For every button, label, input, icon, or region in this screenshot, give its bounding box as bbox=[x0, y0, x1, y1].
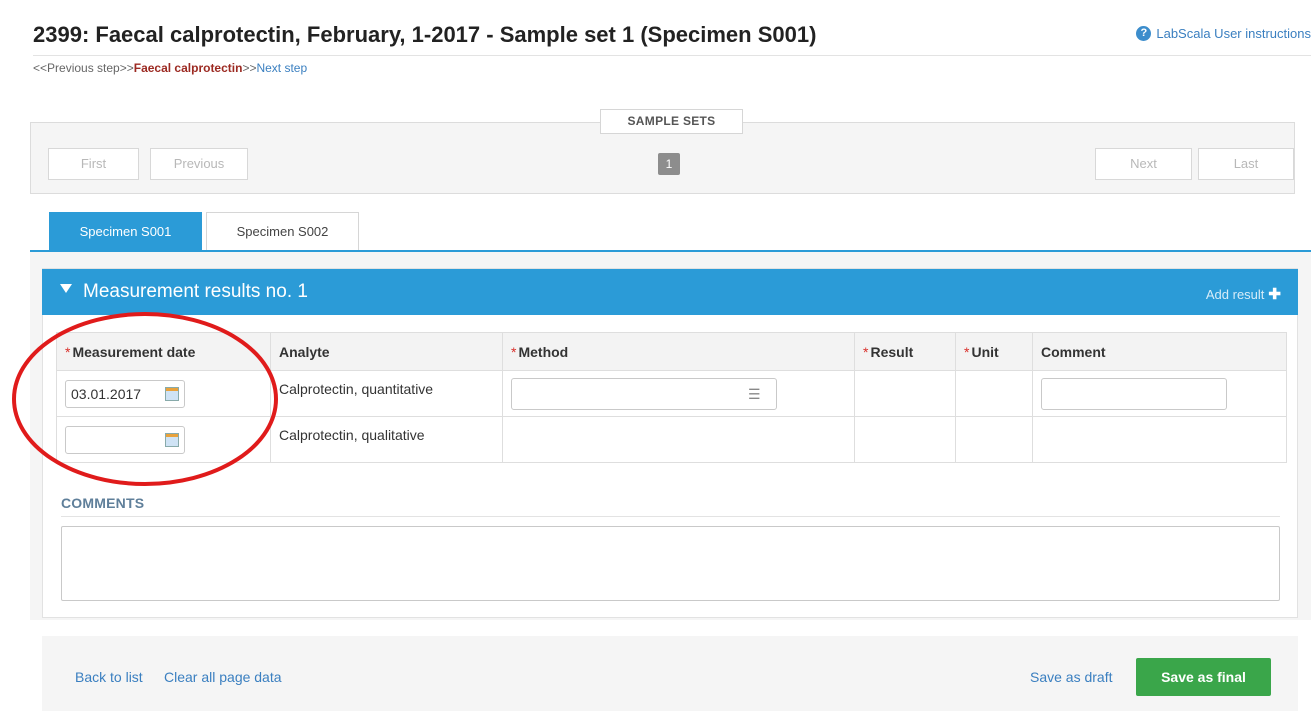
col-result: * Result bbox=[854, 332, 956, 371]
comments-label: COMMENTS bbox=[61, 495, 145, 511]
breadcrumb-current: Faecal calprotectin bbox=[133, 61, 243, 75]
add-result-button[interactable]: Add result ✚ bbox=[1206, 285, 1281, 303]
required-marker: * bbox=[964, 343, 970, 360]
unit-cell bbox=[955, 416, 1033, 463]
comment-input[interactable] bbox=[1041, 377, 1227, 410]
add-result-label: Add result bbox=[1205, 287, 1265, 302]
results-title: Measurement results no. 1 bbox=[83, 281, 308, 302]
col-unit: * Unit bbox=[955, 332, 1033, 371]
page-title: 2399: Faecal calprotectin, February, 1-2… bbox=[33, 22, 817, 47]
page-number-1[interactable]: 1 bbox=[658, 153, 680, 175]
analyte-cell: Calprotectin, quantitative bbox=[270, 370, 503, 417]
required-marker: * bbox=[511, 343, 517, 360]
method-cell bbox=[502, 416, 855, 463]
method-cell: ☰ bbox=[502, 370, 855, 417]
unit-cell bbox=[955, 370, 1033, 417]
plus-icon: ✚ bbox=[1268, 286, 1281, 303]
analyte-cell: Calprotectin, qualitative bbox=[270, 416, 503, 463]
help-link-label: LabScala User instructions bbox=[1156, 26, 1311, 41]
help-link[interactable]: ? LabScala User instructions bbox=[1136, 26, 1311, 41]
collapse-triangle-icon[interactable] bbox=[60, 284, 72, 293]
breadcrumb-next-step[interactable]: Next step bbox=[256, 61, 307, 75]
comment-cell bbox=[1032, 370, 1287, 417]
col-analyte: Analyte bbox=[270, 332, 503, 371]
comments-textarea[interactable] bbox=[61, 526, 1280, 601]
previous-button[interactable]: Previous bbox=[150, 148, 248, 180]
tab-specimen-s001[interactable]: Specimen S001 bbox=[49, 212, 202, 251]
first-button[interactable]: First bbox=[48, 148, 139, 180]
comments-divider bbox=[61, 516, 1280, 517]
clear-page-data-link[interactable]: Clear all page data bbox=[164, 669, 282, 685]
list-icon: ☰ bbox=[748, 385, 761, 402]
col-method: * Method bbox=[502, 332, 855, 371]
breadcrumb-separator: >> bbox=[242, 61, 257, 75]
method-select[interactable]: ☰ bbox=[511, 377, 777, 410]
sample-sets-label: SAMPLE SETS bbox=[600, 109, 743, 134]
breadcrumb: <<Previous step>>Faecal calprotectin>>Ne… bbox=[33, 61, 307, 75]
result-cell bbox=[854, 416, 956, 463]
tab-specimen-s002[interactable]: Specimen S002 bbox=[206, 212, 359, 251]
col-comment: Comment bbox=[1032, 332, 1287, 371]
next-button[interactable]: Next bbox=[1095, 148, 1192, 180]
breadcrumb-previous-step[interactable]: <<Previous step>> bbox=[33, 61, 134, 75]
required-marker: * bbox=[863, 343, 869, 360]
help-icon: ? bbox=[1136, 26, 1152, 41]
result-cell bbox=[854, 370, 956, 417]
last-button[interactable]: Last bbox=[1198, 148, 1294, 180]
back-to-list-link[interactable]: Back to list bbox=[75, 669, 143, 685]
save-as-final-button[interactable]: Save as final bbox=[1136, 658, 1271, 696]
comment-cell bbox=[1032, 416, 1287, 463]
header-divider bbox=[33, 55, 1311, 56]
save-as-draft-link[interactable]: Save as draft bbox=[1030, 669, 1113, 685]
annotation-ellipse bbox=[12, 312, 278, 486]
